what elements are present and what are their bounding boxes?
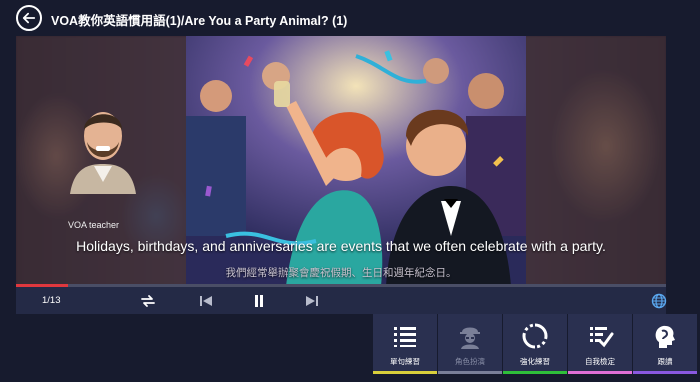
tool-accent-bar bbox=[503, 371, 567, 374]
tool-accent-bar bbox=[633, 371, 697, 374]
speaking-head-icon bbox=[651, 322, 679, 350]
tool-accent-bar bbox=[373, 371, 437, 374]
tool-label: 跟讀 bbox=[657, 357, 673, 366]
globe-icon bbox=[651, 293, 667, 309]
pause-icon bbox=[255, 295, 263, 307]
tool-accent-bar bbox=[438, 371, 502, 374]
tool-sentence-practice[interactable]: 單句練習 bbox=[373, 314, 437, 374]
tool-reinforce-practice[interactable]: 強化練習 bbox=[503, 314, 567, 374]
repeat-button[interactable] bbox=[138, 291, 158, 311]
sentence-counter: 1/13 bbox=[42, 295, 61, 306]
back-button[interactable] bbox=[16, 5, 42, 31]
tool-accent-bar bbox=[568, 371, 632, 374]
next-icon bbox=[306, 296, 318, 306]
page-title: VOA教你英語慣用語(1)/Are You a Party Animal? (1… bbox=[51, 14, 348, 28]
top-bar: VOA教你英語慣用語(1)/Are You a Party Animal? (1… bbox=[0, 0, 700, 36]
back-arrow-icon bbox=[22, 12, 36, 24]
teacher-avatar bbox=[70, 98, 136, 194]
previous-button[interactable] bbox=[196, 291, 216, 311]
video-stage[interactable]: VOA teacher Holidays, birthdays, and ann… bbox=[16, 36, 666, 286]
list-icon bbox=[391, 322, 419, 350]
subtitle-chinese: 我們經常舉辦聚會慶祝假期、生日和週年紀念日。 bbox=[225, 267, 457, 279]
language-button[interactable] bbox=[649, 291, 669, 311]
pause-button[interactable] bbox=[249, 291, 269, 311]
tool-label: 單句練習 bbox=[390, 357, 420, 366]
tool-label: 強化練習 bbox=[520, 357, 550, 366]
practice-toolbar: 單句練習 角色扮演 強化練習 自我檢定 跟讀 bbox=[373, 314, 700, 382]
repeat-icon bbox=[141, 295, 155, 307]
player-controls: 1/13 bbox=[16, 287, 669, 314]
tool-label: 角色扮演 bbox=[455, 357, 485, 366]
refresh-icon bbox=[521, 322, 549, 350]
teacher-label: VOA teacher bbox=[68, 220, 120, 230]
tool-self-test[interactable]: 自我檢定 bbox=[568, 314, 632, 374]
tool-shadowing[interactable]: 跟讀 bbox=[633, 314, 697, 374]
checklist-icon bbox=[586, 322, 614, 350]
tool-label: 自我檢定 bbox=[585, 357, 615, 366]
role-play-icon bbox=[456, 322, 484, 350]
tool-role-play[interactable]: 角色扮演 bbox=[438, 314, 502, 374]
previous-icon bbox=[200, 296, 212, 306]
subtitle-english: Holidays, birthdays, and anniversaries a… bbox=[76, 238, 606, 254]
next-button[interactable] bbox=[302, 291, 322, 311]
